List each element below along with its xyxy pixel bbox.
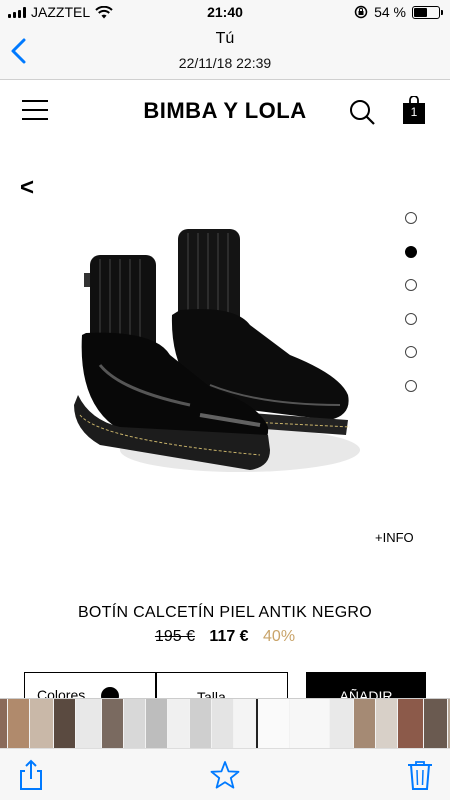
photo-thumbnail[interactable] — [76, 699, 102, 748]
brand-logo[interactable]: BIMBA Y LOLA — [0, 98, 450, 124]
photo-thumbnail[interactable] — [168, 699, 190, 748]
photo-thumbnail[interactable] — [30, 699, 54, 748]
bottom-toolbar — [0, 748, 450, 800]
pagination-dot[interactable] — [405, 346, 417, 359]
photo-thumbnail[interactable] — [234, 699, 256, 748]
discount-badge: 40% — [263, 628, 296, 645]
photo-thumbnail-current[interactable] — [256, 699, 290, 748]
photo-thumbnail[interactable] — [54, 699, 76, 748]
pagination-dot[interactable] — [405, 312, 417, 325]
star-icon[interactable] — [210, 759, 240, 791]
price-sale: 117 € — [209, 628, 249, 645]
photo-thumbnail[interactable] — [398, 699, 424, 748]
shopping-bag-button[interactable]: 1 — [403, 96, 425, 124]
price-original: 195 € — [154, 628, 195, 645]
photo-thumbnail[interactable] — [124, 699, 146, 748]
product-image[interactable] — [60, 215, 370, 495]
share-icon[interactable] — [16, 759, 46, 791]
status-bar: JAZZTEL 21:40 54 % — [0, 0, 450, 24]
pagination-dot[interactable] — [405, 245, 417, 258]
image-pagination — [405, 212, 419, 414]
pagination-dot[interactable] — [405, 212, 417, 224]
battery-icon — [412, 5, 443, 19]
rotation-lock-icon — [354, 5, 368, 19]
photo-thumbnail-strip[interactable] — [0, 698, 450, 748]
bag-count: 1 — [410, 105, 418, 119]
photo-thumbnail[interactable] — [354, 699, 376, 748]
battery-percent: 54 % — [374, 4, 406, 20]
photo-thumbnail[interactable] — [190, 699, 212, 748]
nav-title: Tú — [215, 30, 235, 47]
photo-thumbnail[interactable] — [0, 699, 8, 748]
photo-thumbnail[interactable] — [424, 699, 448, 748]
trash-icon[interactable] — [405, 759, 435, 791]
price-row: 195 € 117 € 40% — [0, 628, 450, 646]
pagination-dot[interactable] — [405, 279, 417, 292]
status-right: 54 % — [354, 4, 443, 20]
search-icon[interactable] — [348, 98, 376, 126]
product-name: BOTÍN CALCETÍN PIEL ANTIK NEGRO — [77, 604, 373, 621]
nav-subtitle: 22/11/18 22:39 — [178, 55, 272, 71]
pagination-dot[interactable] — [405, 379, 417, 392]
photo-thumbnail[interactable] — [146, 699, 168, 748]
back-button[interactable]: < — [20, 174, 34, 202]
more-info-link[interactable]: +INFO — [375, 530, 414, 545]
photo-thumbnail[interactable] — [330, 699, 354, 748]
store-header: BIMBA Y LOLA 1 — [0, 80, 450, 144]
photo-thumbnail[interactable] — [102, 699, 124, 748]
photo-thumbnail[interactable] — [376, 699, 398, 748]
photo-thumbnail[interactable] — [290, 699, 330, 748]
photo-nav-bar: Tú 22/11/18 22:39 — [0, 24, 450, 80]
photo-thumbnail[interactable] — [212, 699, 234, 748]
photo-thumbnail[interactable] — [8, 699, 30, 748]
